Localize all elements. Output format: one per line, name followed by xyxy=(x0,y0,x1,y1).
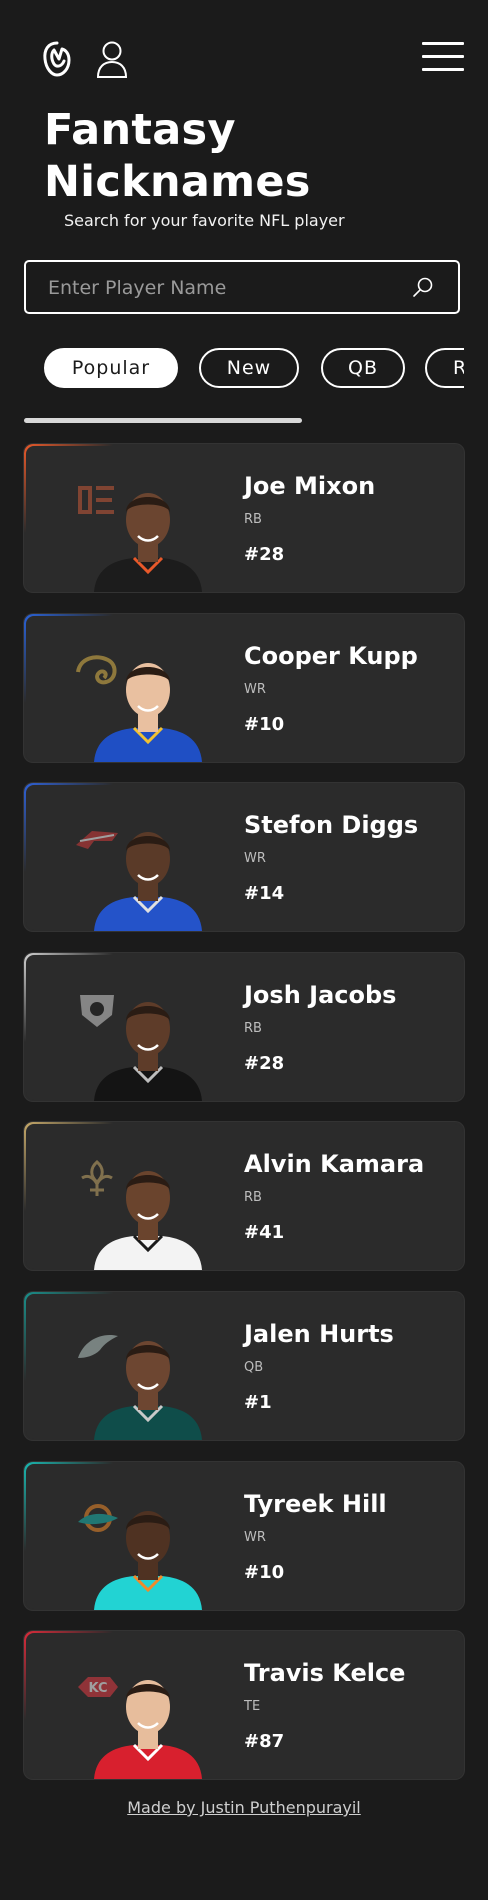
player-headshot xyxy=(94,1680,202,1779)
player-number: #10 xyxy=(244,714,285,735)
author-credit-link[interactable]: Made by Justin Puthenpurayil xyxy=(0,1798,488,1817)
player-name: Tyreek Hill xyxy=(244,1490,387,1518)
player-headshot xyxy=(94,832,202,931)
search-input[interactable] xyxy=(46,262,410,314)
player-name: Josh Jacobs xyxy=(244,981,397,1009)
player-number: #28 xyxy=(244,544,285,565)
tab-rb[interactable]: R xyxy=(425,348,464,388)
player-position: QB xyxy=(244,1360,264,1375)
player-name: Stefon Diggs xyxy=(244,811,419,839)
player-position: WR xyxy=(244,682,266,697)
player-card[interactable]: Stefon Diggs WR #14 xyxy=(24,783,464,931)
page-subtitle: Search for your favorite NFL player xyxy=(64,211,345,230)
menu-bar xyxy=(422,42,464,45)
player-headshot xyxy=(94,1341,202,1440)
title-line-1: Fantasy xyxy=(44,105,236,155)
player-number: #28 xyxy=(244,1053,285,1074)
player-name: Jalen Hurts xyxy=(244,1320,394,1348)
player-name: Alvin Kamara xyxy=(244,1150,425,1178)
player-number: #10 xyxy=(244,1562,285,1583)
player-headshot xyxy=(94,1002,202,1101)
player-headshot xyxy=(94,493,202,592)
player-card[interactable]: Alvin Kamara RB #41 xyxy=(24,1122,464,1270)
player-card[interactable]: Joe Mixon RB #28 xyxy=(24,444,464,592)
player-name: Joe Mixon xyxy=(244,472,376,500)
player-name: Cooper Kupp xyxy=(244,642,418,670)
player-position: RB xyxy=(244,1021,262,1036)
search-icon[interactable] xyxy=(412,276,434,298)
filter-tabs: Popular New QB R xyxy=(24,348,464,388)
tab-popular[interactable]: Popular xyxy=(44,348,178,388)
player-position: TE xyxy=(244,1699,261,1714)
menu-bar xyxy=(422,68,464,71)
player-card[interactable]: Jalen Hurts QB #1 xyxy=(24,1292,464,1440)
logo-icon[interactable] xyxy=(42,40,72,78)
player-name: Travis Kelce xyxy=(244,1659,406,1687)
player-card[interactable]: Cooper Kupp WR #10 xyxy=(24,614,464,762)
player-card[interactable]: Tyreek Hill WR #10 xyxy=(24,1462,464,1610)
tab-new[interactable]: New xyxy=(199,348,299,388)
tabs-scrollbar[interactable] xyxy=(24,418,302,423)
hamburger-menu-icon[interactable] xyxy=(422,42,464,76)
player-headshot xyxy=(94,1511,202,1610)
page-title: Fantasy Nicknames xyxy=(44,104,311,208)
search-box xyxy=(24,260,460,314)
tab-qb[interactable]: QB xyxy=(321,348,405,388)
player-number: #1 xyxy=(244,1392,272,1413)
player-number: #14 xyxy=(244,883,285,904)
player-headshot xyxy=(94,1171,202,1270)
menu-bar xyxy=(422,55,464,58)
title-line-2: Nicknames xyxy=(44,157,311,207)
player-position: WR xyxy=(244,851,266,866)
player-card[interactable]: KC Travis Kelce TE #87 xyxy=(24,1631,464,1779)
player-number: #87 xyxy=(244,1731,285,1752)
player-position: WR xyxy=(244,1530,266,1545)
player-number: #41 xyxy=(244,1222,285,1243)
player-headshot xyxy=(94,663,202,762)
player-position: RB xyxy=(244,1190,262,1205)
user-profile-icon[interactable] xyxy=(96,40,128,78)
player-position: RB xyxy=(244,512,262,527)
player-card[interactable]: Josh Jacobs RB #28 xyxy=(24,953,464,1101)
